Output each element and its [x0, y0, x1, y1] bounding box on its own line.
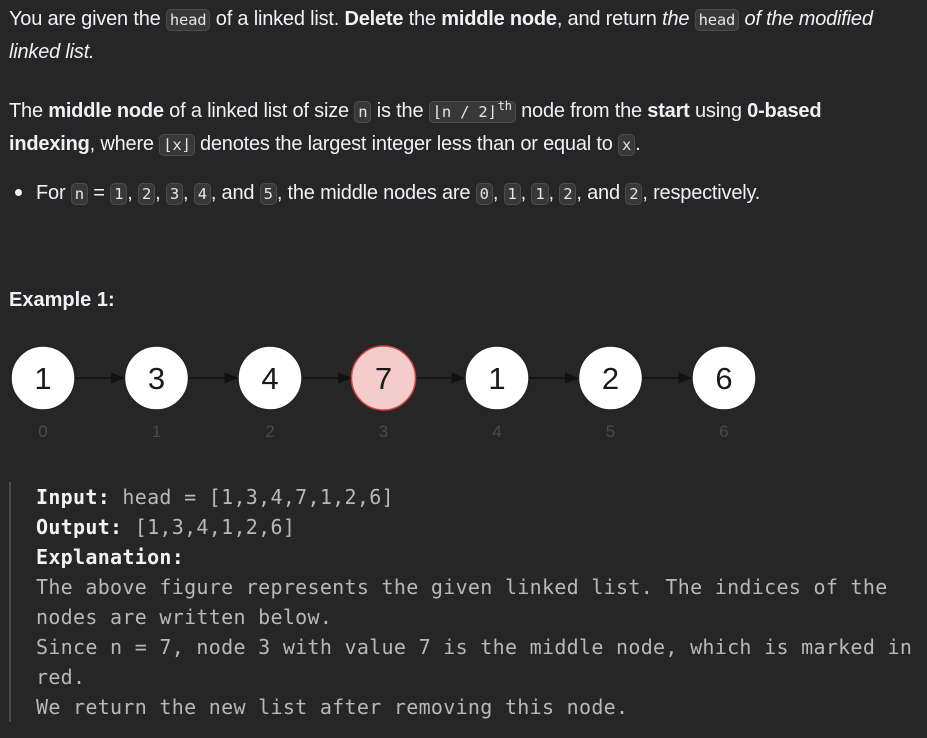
bullet-text: For	[36, 182, 71, 204]
explanation-text: Since n = 7, node 3 with value 7 is the …	[36, 635, 925, 689]
list-node: 42	[237, 345, 303, 441]
code-middle-index: 2	[625, 183, 643, 205]
list-node: 73	[350, 345, 417, 441]
code-size-value: 2	[137, 183, 156, 205]
bullet-icon	[15, 188, 22, 196]
code-size-value: 3	[165, 183, 183, 205]
list-node: 31	[123, 345, 190, 441]
code-size-value: 5	[259, 183, 277, 205]
node-index: 3	[379, 422, 388, 441]
bullet-text: ,	[127, 182, 138, 204]
bullet-text: ,	[492, 182, 504, 204]
definition-bold-middle-node: middle node	[48, 100, 164, 122]
code-middle-index: 1	[503, 183, 521, 205]
definition-text: is the	[371, 100, 429, 122]
code-head: head	[165, 9, 211, 31]
definition-text: .	[635, 133, 641, 155]
bullet-text: ,	[520, 182, 532, 204]
bullet-text: =	[87, 182, 111, 204]
node-index: 6	[719, 422, 728, 441]
explanation-text: We return the new list after removing th…	[36, 695, 629, 719]
code-floor-n-2: ⌊n / 2⌋th	[428, 99, 516, 123]
bullet-text: , and	[210, 182, 260, 204]
output-row: Output: [1,3,4,1,2,6]	[36, 512, 914, 542]
definition-text: denotes the largest integer less than or…	[194, 133, 619, 155]
input-row: Input: head = [1,3,4,7,1,2,6]	[36, 482, 914, 512]
code-floor-x: ⌊x⌋	[159, 134, 195, 156]
input-value: head = [1,3,4,7,1,2,6]	[110, 485, 394, 509]
code-middle-index: 0	[475, 183, 493, 205]
definition-text: of a linked list of size	[163, 100, 355, 122]
bullet-text: , and	[576, 182, 626, 204]
floor-expr: ⌊n / 2⌋	[432, 103, 497, 121]
bullet-item: For n = 1, 2, 3, 4, and 5, the middle no…	[9, 177, 909, 210]
node-value: 7	[375, 361, 392, 396]
intro-text: You are given the	[9, 8, 166, 30]
intro-bold-middle-node: middle node	[441, 8, 557, 30]
definition-text: node from the	[515, 100, 648, 122]
definition-bold-start: start	[647, 100, 690, 122]
intro-text: , and return	[556, 8, 663, 30]
output-label: Output:	[36, 515, 123, 539]
example-block: Input: head = [1,3,4,7,1,2,6] Output: [1…	[9, 482, 914, 722]
node-value: 6	[715, 361, 732, 396]
code-n: n	[70, 183, 88, 205]
linked-list-figure: 10314273142566	[10, 345, 757, 441]
definition-text: , where	[89, 133, 160, 155]
example-title: Example 1:	[9, 289, 115, 311]
code-middle-index: 2	[559, 183, 577, 205]
intro-text: of a linked list.	[210, 8, 345, 30]
node-value: 1	[34, 361, 51, 396]
code-middle-index: 1	[531, 183, 549, 205]
node-index: 2	[265, 422, 274, 441]
node-value: 4	[261, 361, 278, 396]
code-size-value: 1	[110, 183, 128, 205]
list-node: 10	[10, 345, 76, 441]
bullet-text: , the middle nodes are	[276, 182, 476, 204]
list-node: 14	[464, 345, 530, 441]
bullet-text: , respectively.	[642, 182, 761, 204]
explanation-text: The above figure represents the given li…	[36, 575, 900, 629]
node-index: 5	[606, 422, 615, 441]
bullet-text: ,	[155, 182, 166, 204]
intro-text: the	[403, 8, 442, 30]
definition-text: The	[9, 100, 49, 122]
bullet-text: ,	[548, 182, 560, 204]
node-index: 1	[152, 422, 161, 441]
bullet-text: ,	[182, 182, 194, 204]
intro-italic: the	[662, 8, 695, 30]
problem-intro: You are given the head of a linked list.…	[9, 3, 909, 68]
explanation-row: Explanation:	[36, 542, 914, 572]
node-value: 2	[602, 361, 619, 396]
node-value: 3	[148, 361, 165, 396]
input-label: Input:	[36, 485, 111, 509]
code-head: head	[694, 9, 740, 31]
superscript-th: th	[497, 99, 512, 113]
code-x: x	[618, 134, 636, 156]
explanation-label: Explanation:	[36, 545, 185, 569]
middle-node-definition: The middle node of a linked list of size…	[9, 90, 909, 161]
node-value: 1	[488, 361, 505, 396]
code-size-value: 4	[193, 183, 211, 205]
intro-bold-delete: Delete	[344, 8, 404, 30]
code-n: n	[354, 101, 372, 123]
node-index: 4	[492, 422, 501, 441]
list-node: 66	[691, 345, 757, 441]
node-index: 0	[38, 422, 47, 441]
list-node: 25	[577, 345, 644, 441]
definition-text: using	[689, 100, 748, 122]
output-value: [1,3,4,1,2,6]	[122, 515, 296, 539]
